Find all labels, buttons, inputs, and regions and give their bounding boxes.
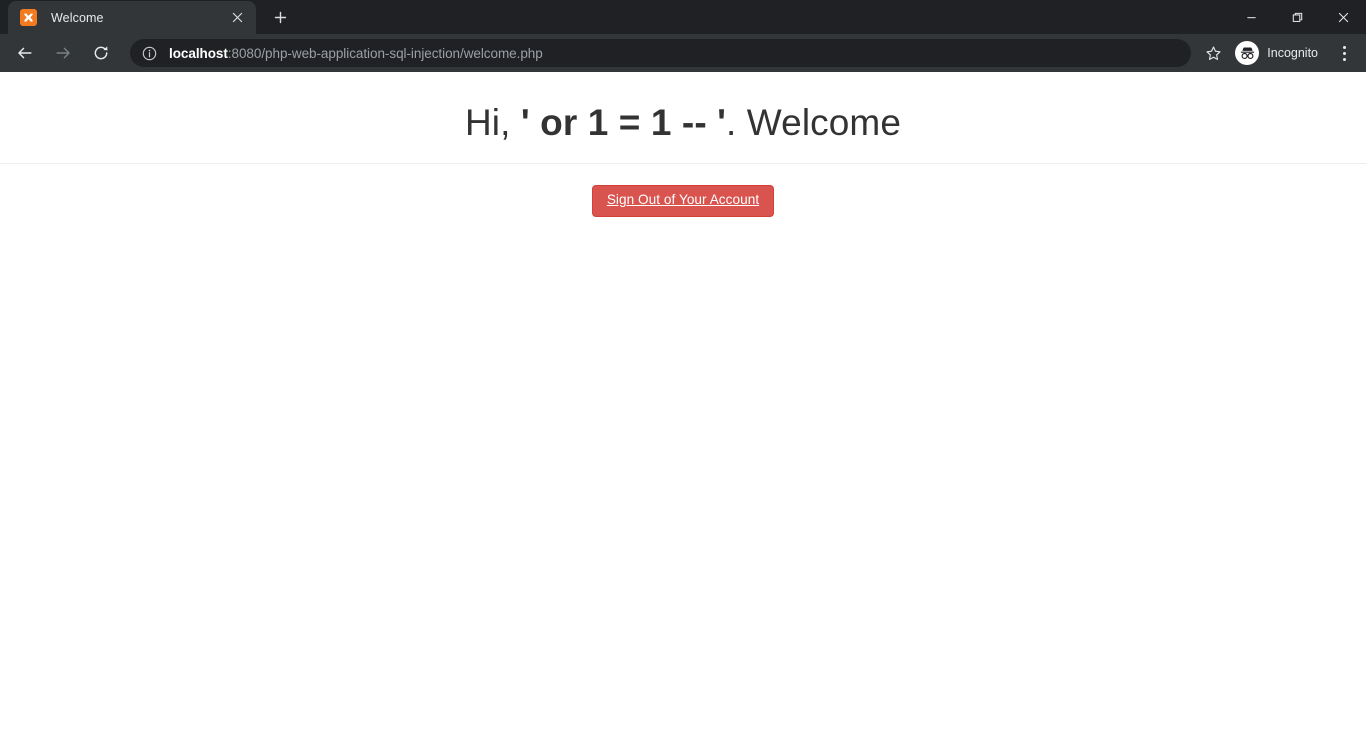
minimize-icon	[1246, 16, 1256, 18]
star-outline-icon	[1206, 45, 1221, 60]
reload-button[interactable]	[86, 38, 116, 68]
restore-icon	[1292, 12, 1302, 22]
minimize-button[interactable]	[1228, 0, 1274, 34]
tab-strip: Welcome	[0, 0, 1366, 34]
back-button[interactable]	[10, 38, 40, 68]
browser-window: Welcome localhost:8080/php-web-applicati…	[0, 0, 1366, 738]
browser-toolbar: localhost:8080/php-web-application-sql-i…	[0, 34, 1366, 72]
close-icon[interactable]	[226, 7, 248, 29]
page-title: Hi, ' or 1 = 1 -- '. Welcome	[0, 72, 1366, 141]
url-host: localhost	[169, 45, 228, 61]
close-window-button[interactable]	[1320, 0, 1366, 34]
profile-label: Incognito	[1267, 46, 1318, 60]
kebab-dot	[1342, 51, 1346, 55]
actions-row: Sign Out of Your Account	[0, 185, 1366, 217]
content-divider	[0, 163, 1366, 164]
username-value: ' or 1 = 1 -- '	[520, 102, 727, 143]
profile-incognito-chip[interactable]: Incognito	[1231, 39, 1328, 67]
url-path: :8080/php-web-application-sql-injection/…	[227, 45, 543, 61]
reload-icon	[94, 46, 108, 60]
close-icon	[1338, 12, 1348, 22]
plus-icon	[274, 11, 286, 23]
maximize-button[interactable]	[1274, 0, 1320, 34]
greeting-prefix: Hi,	[464, 102, 521, 143]
kebab-dot	[1342, 45, 1346, 49]
tab-title: Welcome	[51, 10, 104, 25]
bookmark-button[interactable]	[1199, 39, 1227, 67]
page-viewport: Hi, ' or 1 = 1 -- '. Welcome Sign Out of…	[0, 72, 1366, 738]
greeting-suffix: . Welcome	[726, 102, 902, 143]
window-controls	[1228, 0, 1366, 34]
arrow-back-icon	[18, 47, 32, 59]
forward-button	[48, 38, 78, 68]
kebab-dot	[1342, 57, 1346, 61]
info-circle-icon[interactable]	[142, 46, 158, 61]
address-bar-url: localhost:8080/php-web-application-sql-i…	[169, 46, 543, 61]
xampp-favicon	[20, 9, 37, 26]
arrow-forward-icon	[56, 47, 70, 59]
address-bar[interactable]: localhost:8080/php-web-application-sql-i…	[130, 39, 1192, 67]
kebab-menu-icon[interactable]	[1330, 38, 1358, 68]
new-tab-button[interactable]	[266, 3, 294, 31]
browser-tab-welcome[interactable]: Welcome	[8, 1, 256, 34]
incognito-icon	[1235, 41, 1260, 65]
sign-out-button[interactable]: Sign Out of Your Account	[591, 185, 775, 217]
